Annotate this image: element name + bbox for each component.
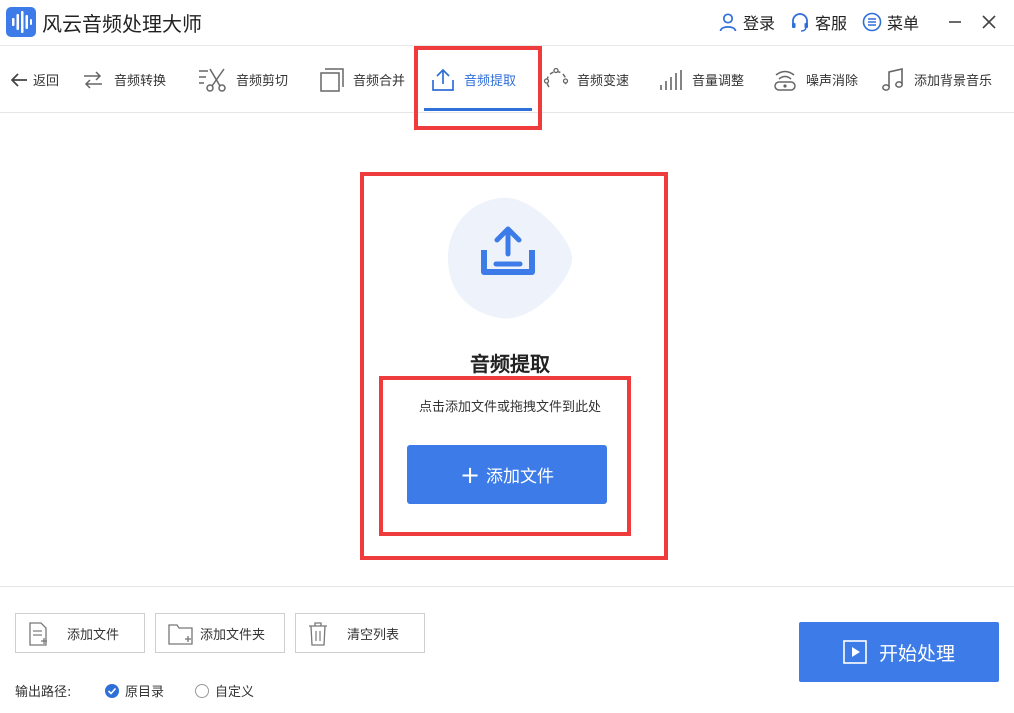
radio-custom-dir-label: 自定义: [215, 685, 255, 700]
app-window: 风云音频处理大师 登录 客服 菜单 返回 音频转换 音频剪切 音频合并 音频提取…: [0, 0, 1014, 713]
service-label: 客服: [815, 14, 848, 33]
arrow-left-icon: [10, 72, 27, 87]
file-add-icon: [29, 622, 47, 646]
music-note-icon: [882, 67, 903, 91]
add-folder-button[interactable]: 添加文件夹: [155, 613, 285, 653]
clear-list-label: 清空列表: [347, 627, 400, 643]
tab-label: 音频提取: [464, 74, 517, 89]
radio-original-dir[interactable]: 原目录: [105, 681, 164, 700]
login-label: 登录: [743, 14, 776, 33]
output-path-label: 输出路径:: [15, 685, 72, 700]
noise-icon: [774, 70, 796, 91]
radio-custom-dir[interactable]: 自定义: [195, 681, 254, 700]
minimize-icon: [949, 21, 961, 23]
title-bar: 风云音频处理大师 登录 客服 菜单: [0, 0, 1014, 46]
tab-audio-speed[interactable]: 音频变速: [543, 46, 629, 113]
headset-icon: [792, 13, 808, 32]
menu-button[interactable]: 菜单: [862, 10, 919, 34]
tab-add-bgm[interactable]: 添加背景音乐: [880, 46, 992, 113]
tab-noise-removal[interactable]: 噪声消除: [772, 46, 858, 113]
tab-label: 噪声消除: [806, 74, 859, 89]
function-toolbar: 返回 音频转换 音频剪切 音频合并 音频提取 音频变速 音量调整 噪声消除 添加…: [0, 46, 1014, 113]
tab-audio-cut[interactable]: 音频剪切: [198, 46, 288, 113]
bottom-divider: [0, 586, 1014, 587]
tab-audio-merge[interactable]: 音频合并: [319, 46, 405, 113]
tab-audio-convert[interactable]: 音频转换: [80, 46, 166, 113]
user-icon: [719, 13, 737, 32]
volume-icon: [660, 69, 682, 90]
tab-label: 音频剪切: [236, 74, 289, 89]
cut-icon: [199, 68, 226, 92]
app-logo-icon: [6, 7, 36, 37]
dropzone-title: 音频提取: [470, 352, 550, 376]
close-icon: [982, 15, 996, 29]
menu-label: 菜单: [887, 14, 920, 33]
tab-label: 音频合并: [353, 74, 406, 89]
convert-icon: [84, 70, 102, 89]
merge-icon: [320, 67, 344, 92]
extract-icon: [432, 68, 454, 91]
tab-label: 音频转换: [114, 74, 167, 89]
back-label: 返回: [33, 74, 60, 89]
clear-list-button[interactable]: 清空列表: [295, 613, 425, 653]
close-button[interactable]: [976, 9, 1002, 35]
tab-label: 音量调整: [692, 74, 745, 89]
add-file-main-button[interactable]: + 添加文件: [407, 445, 607, 504]
radio-checked-icon: [105, 683, 119, 698]
tab-label: 添加背景音乐: [914, 74, 993, 89]
menu-list-icon: [862, 12, 882, 32]
login-button[interactable]: 登录: [718, 10, 775, 34]
radio-original-dir-label: 原目录: [125, 685, 165, 700]
minimize-button[interactable]: [942, 9, 968, 35]
add-file-label: 添加文件: [67, 627, 120, 643]
radio-unchecked-icon: [195, 683, 209, 698]
trash-icon: [309, 622, 327, 646]
back-button[interactable]: 返回: [9, 46, 59, 113]
start-processing-button[interactable]: 开始处理: [799, 622, 999, 682]
plus-icon: +: [459, 460, 481, 489]
folder-add-icon: [168, 624, 193, 645]
app-title: 风云音频处理大师: [42, 12, 202, 36]
tab-label: 音频变速: [577, 74, 630, 89]
active-tab-indicator: [424, 108, 532, 111]
upload-illustration[interactable]: [440, 188, 580, 328]
play-icon: [843, 640, 867, 664]
add-folder-label: 添加文件夹: [200, 627, 266, 643]
start-processing-label: 开始处理: [878, 642, 955, 665]
add-file-main-label: 添加文件: [486, 467, 555, 487]
tab-volume-adjust[interactable]: 音量调整: [658, 46, 744, 113]
speed-icon: [543, 67, 569, 87]
service-button[interactable]: 客服: [790, 10, 847, 34]
dropzone-hint: 点击添加文件或拖拽文件到此处: [418, 400, 601, 415]
add-file-button[interactable]: 添加文件: [15, 613, 145, 653]
tab-audio-extract[interactable]: 音频提取: [430, 46, 516, 113]
